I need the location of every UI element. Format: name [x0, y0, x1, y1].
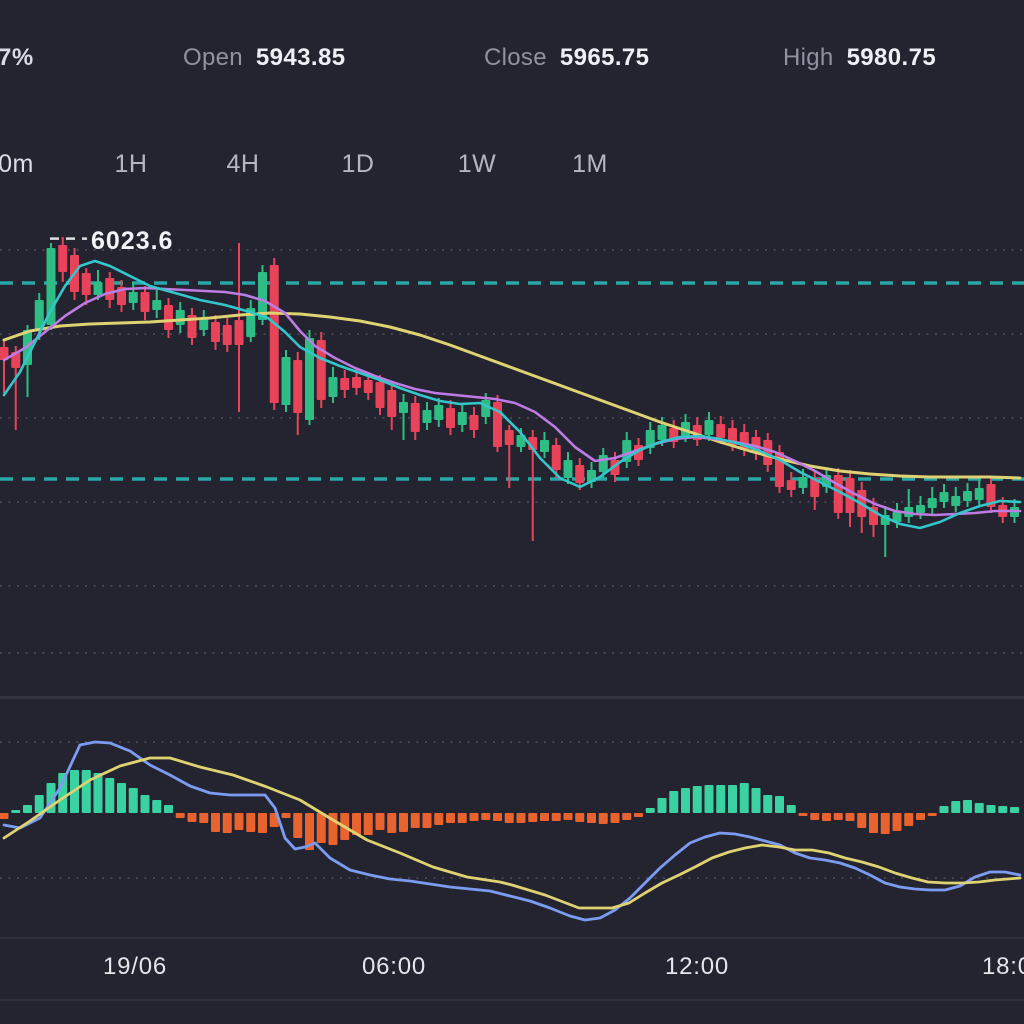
high-price-annotation: 6023.6	[91, 227, 173, 255]
time-label-0600: 06:00	[362, 953, 426, 981]
candlestick-series	[0, 237, 1019, 557]
macd-histogram	[0, 770, 1019, 850]
time-label-1800: 18:00	[982, 953, 1024, 981]
time-label-1906: 19/06	[103, 953, 167, 981]
chart-canvas[interactable]: 6023.6	[0, 0, 1024, 1024]
trading-chart-screen: 7% Open 5943.85 Close 5965.75 High 5980.…	[0, 0, 1024, 1024]
dashed-level-lines	[0, 283, 1024, 479]
time-label-1200: 12:00	[665, 953, 729, 981]
gridlines	[0, 250, 1024, 1000]
macd-lines	[4, 742, 1020, 920]
